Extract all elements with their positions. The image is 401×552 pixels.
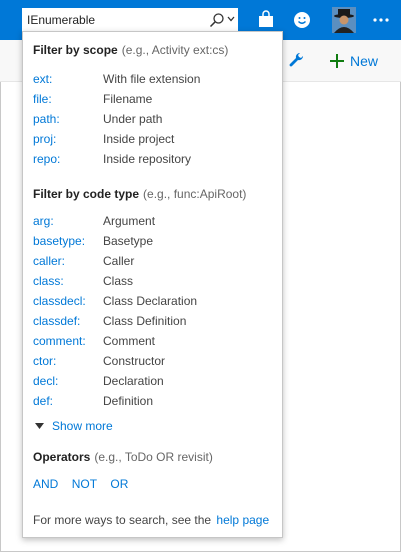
operators-hint: (e.g., ToDo OR revisit) bbox=[94, 450, 213, 464]
filter-desc: Definition bbox=[103, 394, 154, 408]
operators-list: AND NOT OR bbox=[33, 477, 138, 491]
chevron-down-icon[interactable] bbox=[226, 14, 236, 24]
filter-desc: Caller bbox=[103, 254, 135, 268]
filter-key[interactable]: file: bbox=[33, 92, 52, 106]
help-footer: For more ways to search, see the help pa… bbox=[33, 513, 269, 527]
codetype-section-title: Filter by code type (e.g., func:ApiRoot) bbox=[33, 187, 246, 201]
operators-title: Operators bbox=[33, 450, 91, 464]
avatar[interactable] bbox=[332, 7, 356, 33]
filter-desc: Argument bbox=[103, 214, 156, 228]
operators-section-title: Operators (e.g., ToDo OR revisit) bbox=[33, 450, 213, 464]
search-help-dropdown: Filter by scope (e.g., Activity ext:cs) e… bbox=[22, 31, 283, 538]
triangle-down-icon bbox=[35, 423, 44, 429]
filter-key[interactable]: repo: bbox=[33, 152, 60, 166]
filter-desc: Constructor bbox=[103, 354, 166, 368]
filter-key[interactable]: caller: bbox=[33, 254, 65, 268]
help-page-link[interactable]: help page bbox=[216, 513, 269, 527]
scope-hint: (e.g., Activity ext:cs) bbox=[121, 43, 229, 57]
filter-desc: Class Declaration bbox=[103, 294, 198, 308]
filter-key[interactable]: ext: bbox=[33, 72, 52, 86]
footer-text: For more ways to search, see the bbox=[33, 513, 212, 527]
filter-desc: Basetype bbox=[103, 234, 154, 248]
new-button-label: New bbox=[350, 53, 379, 69]
codetype-title: Filter by code type bbox=[33, 187, 140, 201]
filter-key[interactable]: decl: bbox=[33, 374, 58, 388]
smiley-icon[interactable] bbox=[292, 10, 312, 30]
filter-desc: Inside project bbox=[103, 132, 175, 146]
search-icon[interactable] bbox=[209, 12, 225, 28]
show-more-button[interactable]: Show more bbox=[33, 419, 113, 433]
filter-desc: Inside repository bbox=[103, 152, 192, 166]
filter-key[interactable]: class: bbox=[33, 274, 64, 288]
filter-key[interactable]: ctor: bbox=[33, 354, 56, 368]
new-button[interactable]: New bbox=[330, 50, 378, 72]
operator-not[interactable]: NOT bbox=[72, 477, 97, 491]
scope-title: Filter by scope bbox=[33, 43, 118, 57]
filter-key[interactable]: path: bbox=[33, 112, 60, 126]
codetype-hint: (e.g., func:ApiRoot) bbox=[143, 187, 247, 201]
filter-desc: Declaration bbox=[103, 374, 164, 388]
wrench-icon[interactable] bbox=[289, 52, 305, 68]
scope-section-title: Filter by scope (e.g., Activity ext:cs) bbox=[33, 43, 228, 57]
filter-key[interactable]: classdecl: bbox=[33, 294, 86, 308]
operator-or[interactable]: OR bbox=[110, 477, 128, 491]
search-box[interactable] bbox=[22, 8, 238, 32]
filter-desc: Filename bbox=[103, 92, 153, 106]
shopping-bag-icon[interactable] bbox=[256, 10, 276, 30]
filter-key[interactable]: comment: bbox=[33, 334, 86, 348]
plus-icon bbox=[330, 54, 344, 68]
filter-key[interactable]: classdef: bbox=[33, 314, 80, 328]
filter-key[interactable]: proj: bbox=[33, 132, 56, 146]
filter-key[interactable]: def: bbox=[33, 394, 53, 408]
show-more-label: Show more bbox=[52, 419, 113, 433]
filter-desc: Class Definition bbox=[103, 314, 187, 328]
filter-desc: Under path bbox=[103, 112, 163, 126]
filter-key[interactable]: arg: bbox=[33, 214, 54, 228]
filter-desc: Class bbox=[103, 274, 134, 288]
more-icon[interactable] bbox=[371, 10, 391, 30]
filter-desc: Comment bbox=[103, 334, 156, 348]
search-input[interactable] bbox=[27, 12, 202, 28]
operator-and[interactable]: AND bbox=[33, 477, 58, 491]
filter-key[interactable]: basetype: bbox=[33, 234, 85, 248]
filter-desc: With file extension bbox=[103, 72, 201, 86]
